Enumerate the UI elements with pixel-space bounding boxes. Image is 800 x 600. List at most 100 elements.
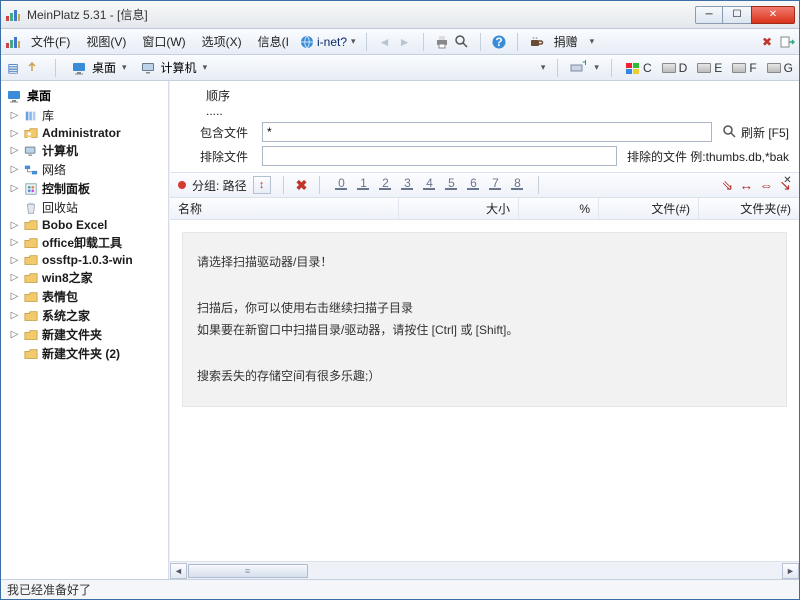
tree-item-label: ossftp-1.0.3-win xyxy=(42,253,133,267)
tree-item[interactable]: ▷计算机 xyxy=(3,141,166,160)
tree-item[interactable]: 新建文件夹 (2) xyxy=(3,344,166,363)
expand-icon[interactable]: ▷ xyxy=(9,272,20,283)
delete-x-icon[interactable]: ✖ xyxy=(759,34,775,50)
tree-item[interactable]: ▷ ossftp-1.0.3-win xyxy=(3,252,166,268)
info-line-3: 如果要在新窗口中扫描目录/驱动器，请按住 [Ctrl] 或 [Shift]。 xyxy=(197,319,772,342)
drive-e[interactable]: E xyxy=(695,61,724,75)
tree-root[interactable]: 桌面 xyxy=(3,85,166,106)
folder-icon xyxy=(23,236,39,250)
crumb-computer[interactable]: 计算机 ▾ xyxy=(137,57,212,78)
depth-step-0[interactable]: 0 xyxy=(332,176,350,194)
scroll-right-button[interactable]: ► xyxy=(782,563,799,579)
drive-c[interactable]: C xyxy=(624,61,654,75)
maximize-button[interactable]: ☐ xyxy=(723,6,751,24)
expand-icon[interactable]: ▷ xyxy=(9,220,20,231)
menu-info[interactable]: 信息(I xyxy=(252,30,295,53)
expand-icon[interactable] xyxy=(9,202,20,213)
lib-icon xyxy=(23,109,39,123)
fit-icon[interactable]: ⇔ xyxy=(759,177,773,193)
expand-icon[interactable]: ▷ xyxy=(9,164,20,175)
expand-icon[interactable]: ▷ xyxy=(9,310,20,321)
depth-step-7[interactable]: 7 xyxy=(486,176,504,194)
clear-button[interactable]: ✖ xyxy=(296,177,308,194)
menu-donate[interactable]: 捐赠 xyxy=(548,30,584,53)
horizontal-scrollbar[interactable]: ◄ ≡ ► xyxy=(170,561,799,579)
expand-icon[interactable]: ▷ xyxy=(9,110,20,121)
tree-item[interactable]: ▷表情包 xyxy=(3,287,166,306)
search-icon[interactable] xyxy=(454,34,470,50)
col-files[interactable]: 文件(#) xyxy=(599,198,699,219)
tree-item[interactable]: 回收站 xyxy=(3,198,166,217)
crumb-desktop[interactable]: 桌面 ▾ xyxy=(68,57,131,78)
expand-icon[interactable]: ▷ xyxy=(9,255,20,266)
tree-item[interactable]: ▷系统之家 xyxy=(3,306,166,325)
menu-view[interactable]: 视图(V) xyxy=(80,30,132,53)
minimize-button[interactable]: ─ xyxy=(695,6,723,24)
content-area: 请选择扫描驱动器/目录！ 扫描后，你可以使用右击继续扫描子目录 如果要在新窗口中… xyxy=(170,220,799,561)
menu-window[interactable]: 窗口(W) xyxy=(136,30,191,53)
depth-step-3[interactable]: 3 xyxy=(398,176,416,194)
depth-step-6[interactable]: 6 xyxy=(464,176,482,194)
refresh-folder-icon[interactable] xyxy=(27,60,43,76)
tree-item[interactable]: ▷Administrator xyxy=(3,125,166,141)
exclude-input[interactable] xyxy=(262,146,617,166)
expand-icon[interactable]: ▷ xyxy=(9,145,20,156)
expand-icon[interactable]: ▷ xyxy=(9,237,20,248)
expand-icon[interactable]: ▷ xyxy=(9,329,20,340)
refresh-label: 刷新 [F5] xyxy=(741,124,789,141)
print-icon[interactable] xyxy=(434,34,450,50)
expand-icon[interactable]: ▷ xyxy=(9,183,20,194)
depth-step-4[interactable]: 4 xyxy=(420,176,438,194)
menu-file[interactable]: 文件(F) xyxy=(25,30,76,53)
export-icon[interactable] xyxy=(779,34,795,50)
collapse-icon[interactable]: ⇘ xyxy=(722,177,734,194)
tree-item-label: 新建文件夹 (2) xyxy=(42,345,120,362)
main-split: 桌面 ▷库▷Administrator▷计算机▷网络▷控制面板 回收站▷Bobo… xyxy=(1,81,799,579)
tree-item[interactable]: ▷win8之家 xyxy=(3,268,166,287)
drive-icon xyxy=(662,63,676,73)
scroll-thumb[interactable]: ≡ xyxy=(188,564,308,578)
nav-back-icon[interactable]: ◄ xyxy=(377,34,393,50)
include-input[interactable] xyxy=(262,122,712,142)
expand-h-icon[interactable]: ↔ xyxy=(739,177,753,193)
depth-step-8[interactable]: 8 xyxy=(508,176,526,194)
expand-icon[interactable] xyxy=(9,348,20,359)
tree-item[interactable]: ▷office卸载工具 xyxy=(3,233,166,252)
list-view-icon[interactable]: ▤ xyxy=(5,60,21,76)
drive-f[interactable]: F xyxy=(730,61,758,75)
menu-inet[interactable]: i-net? ▾ xyxy=(299,34,356,50)
menu-options[interactable]: 选项(X) xyxy=(196,30,248,53)
tree-item[interactable]: ▷网络 xyxy=(3,160,166,179)
tree-item[interactable]: ▷Bobo Excel xyxy=(3,217,166,233)
tree-item[interactable]: ▷库 xyxy=(3,106,166,125)
tree-pane[interactable]: 桌面 ▷库▷Administrator▷计算机▷网络▷控制面板 回收站▷Bobo… xyxy=(1,81,169,579)
tree-item[interactable]: ▷新建文件夹 xyxy=(3,325,166,344)
col-size[interactable]: 大小 xyxy=(399,198,519,219)
depth-step-2[interactable]: 2 xyxy=(376,176,394,194)
depth-step-1[interactable]: 1 xyxy=(354,176,372,194)
expand-icon[interactable]: ▷ xyxy=(9,128,20,139)
sort-toggle-button[interactable]: ↕ xyxy=(253,176,271,194)
nav-forward-icon[interactable]: ► xyxy=(397,34,413,50)
drive-g[interactable]: G xyxy=(765,61,795,75)
tree-item-label: 库 xyxy=(42,107,54,124)
tree-item[interactable]: ▷控制面板 xyxy=(3,179,166,198)
expand-icon[interactable]: ▷ xyxy=(9,291,20,302)
chevron-down-icon[interactable]: ▾ xyxy=(541,62,546,73)
exclude-label: 排除文件 xyxy=(200,148,256,165)
cancel-nav-icon[interactable]: ↘✕ xyxy=(779,177,791,194)
scroll-track[interactable]: ≡ xyxy=(187,563,782,579)
scroll-left-button[interactable]: ◄ xyxy=(170,563,187,579)
drive-d[interactable]: D xyxy=(660,61,690,75)
col-folders[interactable]: 文件夹(#) xyxy=(699,198,799,219)
menu-inet-label: i-net? xyxy=(317,35,347,49)
col-percent[interactable]: % xyxy=(519,198,599,219)
refresh-button[interactable]: 刷新 [F5] xyxy=(722,124,789,141)
depth-step-5[interactable]: 5 xyxy=(442,176,460,194)
help-icon[interactable]: ? xyxy=(491,34,507,50)
close-button[interactable]: ✕ xyxy=(751,6,795,24)
tree-item-label: 回收站 xyxy=(42,199,78,216)
crumb-desktop-label: 桌面 xyxy=(92,59,116,76)
drive-plus-icon[interactable]: + xyxy=(570,60,586,76)
col-name[interactable]: 名称 xyxy=(170,198,399,219)
